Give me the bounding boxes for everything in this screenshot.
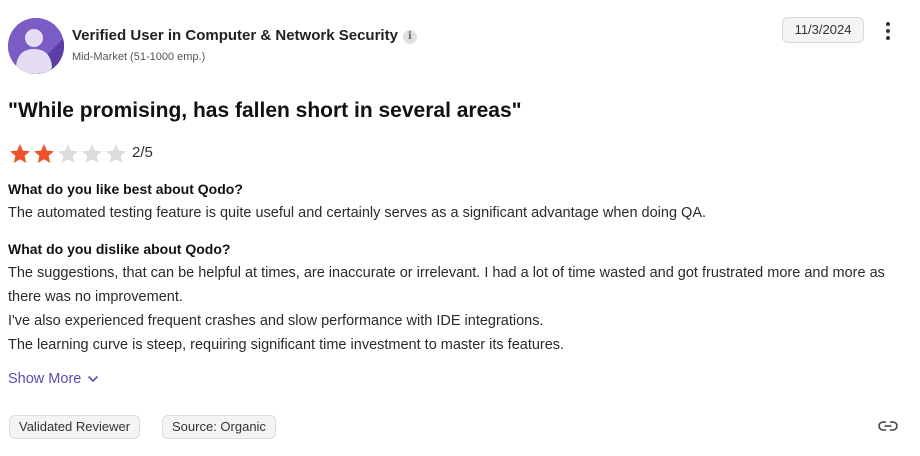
user-silhouette-icon — [8, 18, 64, 74]
more-options-icon[interactable] — [880, 20, 896, 42]
info-icon[interactable]: i — [402, 30, 417, 44]
star-filled-icon — [34, 144, 54, 163]
reviewer-name: Verified User in Computer & Network Secu… — [72, 27, 417, 44]
star-empty-icon — [58, 144, 78, 163]
answer-dislike-1: The suggestions, that can be helpful at … — [8, 265, 885, 305]
star-empty-icon — [82, 144, 102, 163]
chevron-down-icon — [88, 375, 99, 383]
star-rating — [8, 142, 128, 166]
reviewer-name-text: Verified User in Computer & Network Secu… — [72, 27, 398, 44]
review-title: "While promising, has fallen short in se… — [8, 99, 522, 122]
review-date: 11/3/2024 — [782, 17, 864, 43]
reviewer-segment: Mid-Market (51-1000 emp.) — [72, 51, 206, 63]
rating-label: 2/5 — [132, 144, 153, 161]
star-filled-icon — [10, 144, 30, 163]
avatar — [8, 18, 64, 74]
tag-validated-reviewer: Validated Reviewer — [9, 415, 141, 439]
show-more-label: Show More — [8, 371, 82, 387]
link-icon[interactable] — [878, 418, 898, 434]
question-like-best: What do you like best about Qodo? — [8, 181, 243, 197]
question-dislike: What do you dislike about Qodo? — [8, 241, 231, 257]
tag-source: Source: Organic — [162, 415, 276, 439]
show-more-button[interactable]: Show More — [8, 371, 99, 387]
answer-dislike-3: The learning curve is steep, requiring s… — [8, 337, 565, 353]
answer-dislike-2: I've also experienced frequent crashes a… — [8, 313, 544, 329]
star-empty-icon — [106, 144, 126, 163]
answer-like-best: The automated testing feature is quite u… — [8, 205, 707, 221]
